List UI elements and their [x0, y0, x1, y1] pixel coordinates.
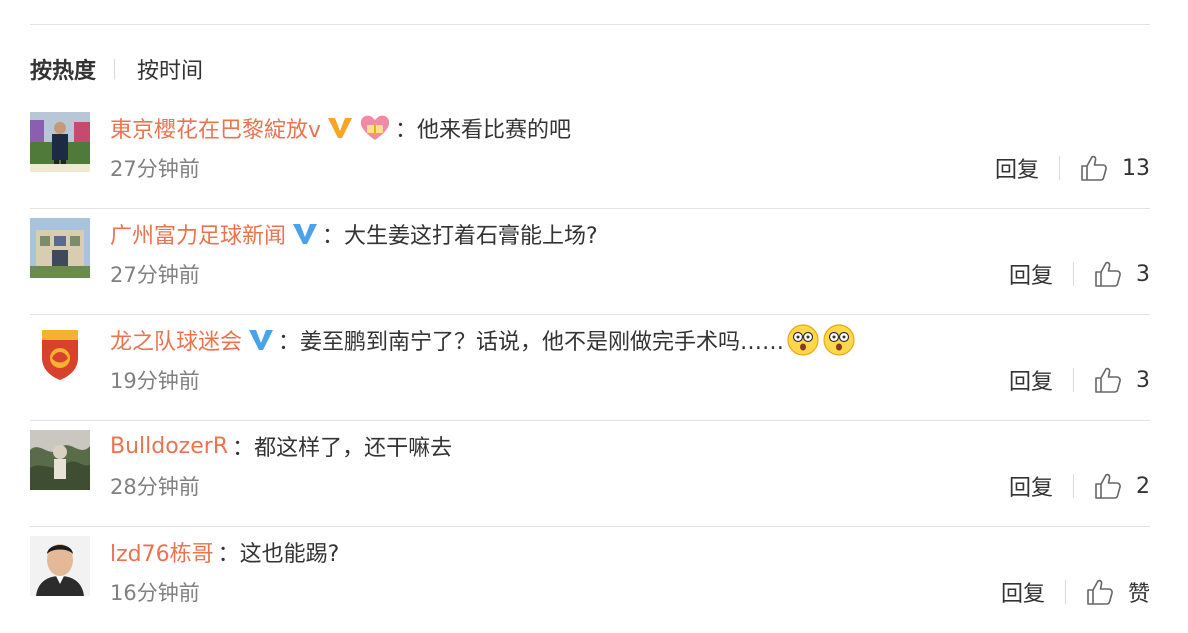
like-count[interactable]: 赞	[1128, 576, 1150, 608]
like-count[interactable]: 2	[1136, 474, 1150, 499]
reply-button[interactable]: 回复	[1009, 364, 1053, 396]
thumbs-up-icon[interactable]	[1094, 366, 1122, 394]
action-separator	[1059, 156, 1060, 180]
reply-button[interactable]: 回复	[1009, 258, 1053, 290]
colon-separator: ：	[395, 118, 418, 143]
comment-text: 这也能踢?	[239, 542, 340, 567]
heart-gift-icon	[359, 114, 391, 142]
thumbs-up-icon[interactable]	[1094, 472, 1122, 500]
username-link[interactable]: 广州富力足球新闻	[110, 218, 286, 250]
comment-actions: 回复 13	[995, 152, 1150, 184]
comment-content: 東京櫻花在巴黎綻放v ： 他来看比赛的吧	[110, 111, 1150, 145]
comment-text: 都这样了，还干嘛去	[254, 436, 453, 461]
sort-bar: 按热度 按时间	[30, 52, 203, 86]
comment-actions: 回复 赞	[1001, 577, 1150, 607]
thumbs-up-icon[interactable]	[1086, 578, 1114, 606]
comment-time: 19分钟前	[110, 369, 200, 393]
username-link[interactable]: 東京櫻花在巴黎綻放v	[110, 112, 321, 144]
sort-by-hot-tab[interactable]: 按热度	[30, 53, 96, 85]
gold-verified-badge-icon	[327, 116, 353, 140]
username-link[interactable]: 龙之队球迷会	[110, 324, 242, 356]
comment-actions: 回复 2	[1009, 470, 1150, 502]
shocked-face-emoji-icon	[786, 323, 858, 357]
comment-time: 27分钟前	[110, 263, 200, 287]
comment-text: 他来看比赛的吧	[417, 118, 572, 143]
sort-by-time-tab[interactable]: 按时间	[137, 53, 203, 85]
blue-verified-badge-icon	[292, 222, 318, 246]
colon-separator: ：	[232, 436, 255, 461]
like-count[interactable]: 3	[1136, 368, 1150, 393]
avatar[interactable]	[30, 218, 90, 278]
comment-content: 龙之队球迷会 ： 姜至鹏到南宁了？话说，他不是刚做完手术吗……	[110, 323, 1150, 357]
blue-verified-badge-icon	[248, 328, 274, 352]
comment-content: lzd76栋哥 ： 这也能踢?	[110, 535, 1150, 569]
avatar[interactable]	[30, 536, 90, 596]
action-separator	[1073, 368, 1074, 392]
comment-actions: 回复 3	[1009, 364, 1150, 396]
colon-separator: ：	[278, 330, 301, 355]
comment-item: 龙之队球迷会 ： 姜至鹏到南宁了？话说，他不是刚做完手术吗…… 19分钟前 回复…	[30, 315, 1150, 421]
comment-item: 广州富力足球新闻 ： 大生姜这打着石膏能上场? 27分钟前 回复 3	[30, 209, 1150, 315]
comment-time: 27分钟前	[110, 157, 200, 181]
colon-separator: ：	[322, 224, 345, 249]
like-count[interactable]: 3	[1136, 262, 1150, 287]
thumbs-up-icon[interactable]	[1094, 260, 1122, 288]
reply-button[interactable]: 回复	[1009, 470, 1053, 502]
action-separator	[1073, 474, 1074, 498]
thumbs-up-icon[interactable]	[1080, 154, 1108, 182]
comment-content: BulldozerR ： 都这样了，还干嘛去	[110, 429, 1150, 463]
comment-time: 16分钟前	[110, 581, 200, 605]
avatar[interactable]	[30, 112, 90, 172]
colon-separator: ：	[217, 542, 240, 567]
reply-button[interactable]: 回复	[995, 152, 1039, 184]
action-separator	[1064, 580, 1066, 604]
comment-actions: 回复 3	[1009, 258, 1150, 290]
username-link[interactable]: lzd76栋哥	[110, 536, 214, 568]
comment-text: 大生姜这打着石膏能上场?	[344, 224, 598, 249]
like-count[interactable]: 13	[1122, 156, 1150, 181]
top-divider	[30, 24, 1150, 25]
comment-content: 广州富力足球新闻 ： 大生姜这打着石膏能上场?	[110, 217, 1150, 251]
avatar[interactable]	[30, 430, 90, 490]
comment-text: 姜至鹏到南宁了？话说，他不是刚做完手术吗……	[300, 330, 785, 355]
comment-item: lzd76栋哥 ： 这也能踢? 16分钟前 回复 赞	[30, 527, 1150, 633]
sort-separator	[114, 59, 116, 79]
comment-item: BulldozerR ： 都这样了，还干嘛去 28分钟前 回复 2	[30, 421, 1150, 527]
comment-time: 28分钟前	[110, 475, 200, 499]
action-separator	[1073, 262, 1074, 286]
reply-button[interactable]: 回复	[1001, 576, 1045, 608]
comment-item: 東京櫻花在巴黎綻放v ： 他来看比赛的吧 27分钟前 回复 13	[30, 103, 1150, 209]
username-link[interactable]: BulldozerR	[110, 434, 228, 459]
avatar[interactable]	[30, 324, 90, 384]
